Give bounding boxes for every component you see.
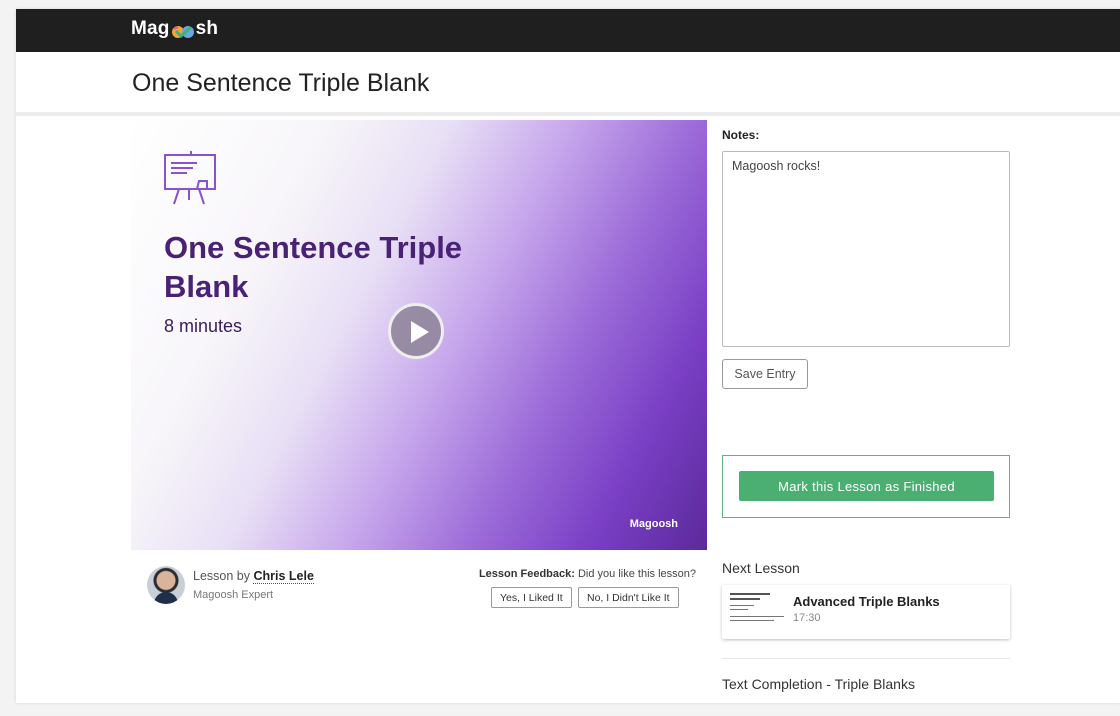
app-frame: Mag sh One Sentence Triple Blank One Sen… [16,9,1120,703]
play-icon [411,321,429,343]
video-title: One Sentence Triple Blank [164,230,463,304]
section-title[interactable]: Text Completion - Triple Blanks [722,676,915,692]
mark-finished-button[interactable]: Mark this Lesson as Finished [739,471,994,501]
top-nav-bar: Mag sh [16,9,1120,52]
notes-label: Notes: [722,128,760,142]
divider [722,658,1010,659]
lesson-by-line: Lesson by Chris Lele [193,569,314,584]
avatar [147,566,185,604]
lesson-by-prefix: Lesson by [193,569,250,583]
next-lesson-heading: Next Lesson [722,560,800,576]
logo-heart-icon [171,23,195,39]
didnt-like-it-button[interactable]: No, I Didn't Like It [578,587,679,608]
next-lesson-thumbnail [726,589,788,631]
video-player[interactable]: One Sentence Triple Blank 8 minutes Mago… [131,120,707,550]
feedback-question-text: Did you like this lesson? [577,568,696,580]
feedback-label: Lesson Feedback: [478,568,575,580]
video-watermark: Magoosh [629,518,678,530]
lesson-feedback: Lesson Feedback: Did you like this lesso… [461,568,696,618]
author-info: Lesson by Chris Lele Magoosh Expert [147,565,407,609]
author-name-link[interactable]: Chris Lele [253,569,314,584]
author-role: Magoosh Expert [193,589,274,601]
logo-text-suffix: sh [195,18,219,39]
save-entry-button[interactable]: Save Entry [722,359,808,389]
magoosh-logo[interactable]: Mag sh [131,18,218,40]
next-lesson-time: 17:30 [793,612,821,624]
video-duration: 8 minutes [164,316,243,336]
easel-icon [163,150,219,211]
finish-lesson-panel: Mark this Lesson as Finished [722,455,1010,518]
feedback-question: Lesson Feedback: Did you like this lesso… [461,568,696,580]
next-lesson-card[interactable]: Advanced Triple Blanks 17:30 [722,585,1010,639]
next-lesson-title: Advanced Triple Blanks [793,594,940,609]
play-button[interactable] [388,303,444,359]
page-header: One Sentence Triple Blank [16,52,1120,116]
logo-text-prefix: Mag [131,18,170,39]
page-title: One Sentence Triple Blank [132,69,430,97]
notes-textarea[interactable]: Magoosh rocks! [722,151,1010,347]
liked-it-button[interactable]: Yes, I Liked It [491,587,572,608]
